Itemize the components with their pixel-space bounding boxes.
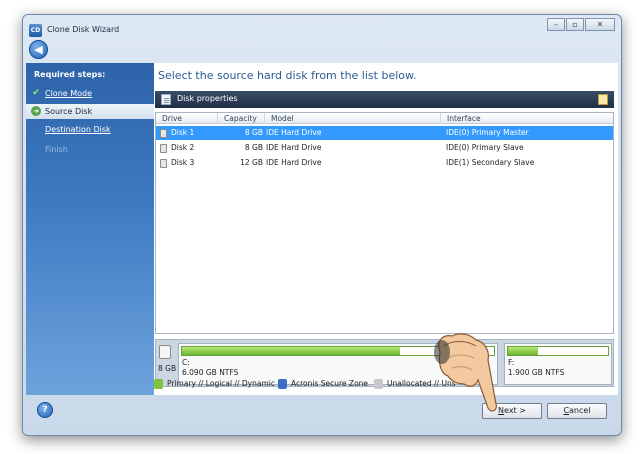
sidebar-item-source-disk[interactable]: ➜ Source Disk: [26, 104, 154, 119]
partition-f[interactable]: F: 1.900 GB NTFS: [504, 343, 612, 385]
window-title: Clone Disk Wizard: [47, 25, 120, 34]
column-header-model[interactable]: Model: [265, 113, 441, 124]
maximize-button[interactable]: ▫: [566, 18, 584, 31]
table-header: Drive Capacity Model Interface: [156, 113, 613, 124]
legend-swatch: [374, 379, 383, 389]
partition-info: 1.900 GB NTFS: [508, 368, 565, 377]
interface-cell: IDE(0) Primary Slave: [446, 143, 524, 152]
instruction-text: Select the source hard disk from the lis…: [158, 69, 417, 82]
check-icon: ✔: [32, 88, 40, 98]
partition-letter: C:: [182, 358, 190, 367]
sidebar-item-clone-mode[interactable]: ✔ Clone Mode: [26, 86, 154, 101]
model-cell: IDE Hard Drive: [266, 143, 322, 152]
sidebar-item-label: Source Disk: [45, 107, 93, 116]
interface-cell: IDE(0) Primary Master: [446, 128, 529, 137]
disk-icon: [160, 159, 167, 168]
legend-swatch: [154, 379, 163, 389]
minimize-button[interactable]: –: [547, 18, 565, 31]
clone-disk-wizard-window: CD Clone Disk Wizard – ▫ ✕ ◀ Required st…: [22, 14, 622, 436]
column-header-interface[interactable]: Interface: [441, 113, 614, 124]
legend-label: Primary // Logical // Dynamic: [167, 379, 275, 388]
model-cell: IDE Hard Drive: [266, 158, 322, 167]
interface-cell: IDE(1) Secondary Slave: [446, 158, 535, 167]
capacity-cell: 12 GB: [240, 158, 263, 167]
document-icon: [161, 94, 171, 105]
drive-cell: Disk 1: [171, 128, 195, 137]
sidebar-item-destination-disk[interactable]: Destination Disk: [26, 122, 154, 137]
sidebar-item-label: Destination Disk: [45, 125, 111, 134]
disk-icon: [159, 345, 171, 359]
sidebar-item-label: Finish: [45, 145, 68, 154]
pointing-hand-cursor-icon: [434, 333, 497, 412]
partition-usage-fill: [182, 347, 401, 355]
sidebar-item-label: Clone Mode: [45, 89, 93, 98]
disk-icon: [160, 144, 167, 153]
legend-swatch: [278, 379, 287, 389]
partition-usage-bar: [507, 346, 609, 356]
legend-label: Acronis Secure Zone: [291, 379, 369, 388]
column-header-capacity[interactable]: Capacity: [218, 113, 265, 124]
drive-cell: Disk 2: [171, 143, 195, 152]
legend-item-secure-zone: Acronis Secure Zone: [278, 378, 368, 390]
sidebar-item-finish: Finish: [26, 142, 154, 157]
disk-size-label: 8 GB: [158, 364, 177, 373]
main-content: Select the source hard disk from the lis…: [154, 63, 618, 395]
table-row[interactable]: Disk 2 8 GB IDE Hard Drive IDE(0) Primar…: [156, 141, 613, 155]
model-cell: IDE Hard Drive: [266, 128, 322, 137]
table-row[interactable]: Disk 3 12 GB IDE Hard Drive IDE(1) Secon…: [156, 156, 613, 170]
disk-properties-label: Disk properties: [177, 94, 238, 103]
steps-heading: Required steps:: [34, 70, 106, 79]
table-row[interactable]: Disk 1 8 GB IDE Hard Drive IDE(0) Primar…: [156, 126, 613, 140]
next-button-label: ext >: [504, 406, 526, 415]
partition-info: 6.090 GB NTFS: [182, 368, 239, 377]
cancel-button[interactable]: Cancel: [547, 403, 607, 419]
capacity-cell: 8 GB: [244, 143, 263, 152]
help-icon[interactable]: ?: [37, 402, 53, 418]
app-icon: CD: [29, 24, 42, 37]
steps-sidebar: Required steps: ✔ Clone Mode ➜ Source Di…: [26, 63, 154, 395]
capacity-cell: 8 GB: [244, 128, 263, 137]
window-controls: – ▫ ✕: [546, 18, 615, 31]
close-button[interactable]: ✕: [585, 18, 615, 31]
legend-item-primary: Primary // Logical // Dynamic: [154, 378, 275, 390]
partition-letter: F:: [508, 358, 515, 367]
properties-icon[interactable]: [598, 94, 608, 105]
disk-icon: [160, 129, 167, 138]
title-bar[interactable]: CD Clone Disk Wizard – ▫ ✕ ◀: [23, 15, 621, 63]
back-arrow-icon[interactable]: ◀: [29, 40, 48, 59]
partition-usage-fill: [508, 347, 538, 355]
disk-properties-bar[interactable]: Disk properties: [155, 91, 614, 108]
drive-cell: Disk 3: [171, 158, 195, 167]
column-header-drive[interactable]: Drive: [156, 113, 218, 124]
cancel-button-label: ancel: [569, 406, 591, 415]
current-step-arrow-icon: ➜: [31, 106, 41, 116]
disk-table: Drive Capacity Model Interface Disk 1 8 …: [155, 112, 614, 334]
